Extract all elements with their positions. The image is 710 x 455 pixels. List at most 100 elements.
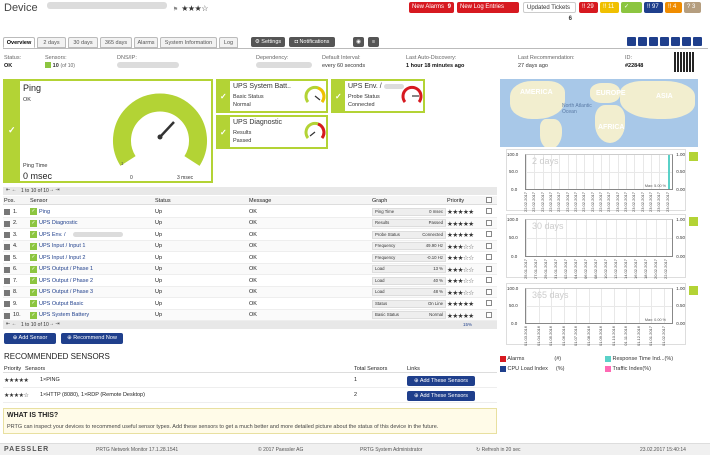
geo-map[interactable]: AMERICA EUROPE ASIA AFRICA North Atlanti…: [500, 79, 698, 147]
priority-stars[interactable]: ★★★☆☆: [447, 277, 474, 285]
drag-handle-icon[interactable]: [4, 243, 10, 250]
priority-stars[interactable]: ★★★★★: [447, 220, 474, 228]
table-row[interactable]: 3. ✓ UPS Env. / Up OK Probe Status Connected ★★…: [3, 229, 497, 241]
table-row[interactable]: 8. ✓ UPS Output / Phase 3 Up OK Load 48 % ★★★☆☆: [3, 286, 497, 298]
col-message[interactable]: Message: [249, 198, 271, 204]
pager-next[interactable]: → ⇥: [49, 321, 60, 327]
view-icon-6[interactable]: [682, 37, 691, 46]
settings-button[interactable]: ⚙ Settings: [251, 37, 285, 47]
drag-handle-icon[interactable]: [4, 312, 10, 319]
drag-handle-icon[interactable]: [4, 255, 10, 261]
tab-log[interactable]: Log: [219, 37, 238, 48]
add-these-sensors-button[interactable]: ⊕ Add These Sensors: [407, 376, 475, 386]
row-checkbox[interactable]: [486, 277, 492, 283]
pin-icon[interactable]: ⚑: [173, 7, 178, 13]
chart-30-days[interactable]: 100.0 50.0 0.0 1.00 0.50 0.00 30 days 25.01.201…: [506, 214, 686, 279]
context-menu-button[interactable]: ≡: [368, 37, 379, 47]
drag-handle-icon[interactable]: [4, 220, 10, 227]
legend-item[interactable]: Alarms (#): [500, 356, 561, 362]
view-icon-1[interactable]: [627, 37, 636, 46]
new-alarms-badge[interactable]: New Alarms 9: [409, 2, 454, 13]
sensor-link[interactable]: UPS Env. /: [39, 232, 66, 238]
ups-diagnostic-card[interactable]: ✓ UPS Diagnostic Results Passed: [216, 115, 328, 149]
priority-stars[interactable]: ★★★★★: [447, 231, 474, 239]
table-row[interactable]: 1. ✓ Ping Up OK Ping Time 0 msec ★★★★★: [3, 206, 497, 218]
tab-alarms[interactable]: Alarms: [134, 37, 158, 48]
view-icon-7[interactable]: [693, 37, 702, 46]
legend-item[interactable]: Traffic Index(%): [605, 366, 651, 372]
table-row[interactable]: 2. ✓ UPS Diagnostic Up OK Results Passed ★★★★★: [3, 217, 497, 229]
drag-handle-icon[interactable]: [4, 266, 10, 273]
col-pos[interactable]: Pos.: [4, 198, 15, 204]
ups-battery-card[interactable]: ✓ UPS System Batt.. Basic Status Normal: [216, 79, 328, 113]
device-priority-stars[interactable]: ★★★☆: [181, 4, 208, 13]
priority-stars[interactable]: ★★★★★: [447, 312, 474, 320]
sensor-link[interactable]: UPS Output / Phase 1: [39, 266, 93, 272]
footer-refresh[interactable]: ↻ Refresh in 20 sec: [476, 447, 521, 453]
table-row[interactable]: 5. ✓ UPS Input / Input 2 Up OK Frequency -0.10…: [3, 252, 497, 264]
chart-zoom-button[interactable]: [689, 217, 698, 226]
row-checkbox[interactable]: [486, 219, 492, 226]
row-checkbox[interactable]: [486, 254, 492, 260]
footer-user[interactable]: PRTG System Administrator: [360, 447, 422, 453]
drag-handle-icon[interactable]: [4, 278, 10, 284]
priority-stars[interactable]: ★★★☆☆: [447, 266, 474, 274]
drag-handle-icon[interactable]: [4, 289, 10, 296]
chart-zoom-button[interactable]: [689, 152, 698, 161]
chart-zoom-button[interactable]: [689, 286, 698, 295]
table-row[interactable]: 4. ✓ UPS Input / Input 1 Up OK Frequency 49.90…: [3, 240, 497, 252]
counter-unknown[interactable]: ? 3: [684, 2, 701, 13]
col-graph[interactable]: Graph: [372, 198, 387, 204]
sensor-link[interactable]: Ping: [39, 209, 50, 215]
recommend-now-button[interactable]: ⊕ Recommend Now: [61, 333, 123, 344]
priority-stars[interactable]: ★★★☆☆: [447, 254, 474, 262]
paessler-logo[interactable]: PAESSLER: [4, 446, 49, 453]
pager-next[interactable]: → ⇥: [49, 187, 60, 193]
tab-overview[interactable]: Overview: [3, 37, 35, 48]
priority-stars[interactable]: ★★★☆☆: [447, 243, 474, 251]
view-icon-4[interactable]: [660, 37, 669, 46]
ping-gauge-card[interactable]: ✓ Ping OK Ping Time 0 msec 1 0 3 msec: [3, 79, 213, 183]
chart-365-days[interactable]: 100.0 50.0 0.0 1.00 0.50 0.00 365 days Max: 0.0…: [506, 283, 686, 346]
counter-paused[interactable]: !! 97: [644, 2, 663, 13]
view-icon-3[interactable]: [649, 37, 658, 46]
row-checkbox[interactable]: [486, 288, 492, 295]
col-priority[interactable]: Priority: [447, 198, 464, 204]
counter-up[interactable]: ✓ 273: [621, 2, 642, 21]
row-checkbox[interactable]: [486, 265, 492, 272]
sensor-link[interactable]: UPS Input / Input 2: [39, 255, 85, 261]
counter-unusual[interactable]: !! 4: [665, 2, 682, 13]
row-checkbox[interactable]: [486, 311, 492, 318]
table-row[interactable]: 7. ✓ UPS Output / Phase 2 Up OK Load 40 % ★★★☆☆: [3, 275, 497, 287]
priority-stars[interactable]: ★★★★★: [447, 300, 474, 308]
drag-handle-icon[interactable]: [4, 232, 10, 238]
table-row[interactable]: 9. ✓ UPS Output Basic Up OK Status On Line ★★★★…: [3, 298, 497, 310]
tab-30-days[interactable]: 30 days: [68, 37, 98, 48]
tab-2-days[interactable]: 2 days: [37, 37, 66, 48]
tab-system-information[interactable]: System Information: [160, 37, 217, 48]
add-sensor-button[interactable]: ⊕ Add Sensor: [4, 333, 56, 344]
sensor-link[interactable]: UPS Output / Phase 3: [39, 289, 93, 295]
sensor-link[interactable]: UPS Input / Input 1: [39, 243, 85, 249]
priority-stars[interactable]: ★★★★★: [447, 208, 474, 216]
updated-tickets-badge[interactable]: Updated Tickets 6: [523, 2, 576, 22]
new-log-entries-badge[interactable]: New Log Entries 6128: [457, 2, 519, 21]
sensor-link[interactable]: UPS System Battery: [39, 312, 89, 318]
pause-button[interactable]: ◉: [353, 37, 364, 47]
counter-down[interactable]: !! 29: [579, 2, 598, 13]
view-icon-2[interactable]: [638, 37, 647, 46]
table-row[interactable]: 10. ✓ UPS System Battery Up OK Basic Status No…: [3, 309, 497, 321]
col-sensor[interactable]: Sensor: [30, 198, 47, 204]
chart-2-days[interactable]: 100.0 50.0 0.0 1.00 0.50 0.00 2 days Max: 5.00 …: [506, 149, 686, 212]
select-all-checkbox[interactable]: [486, 197, 492, 203]
sensor-link[interactable]: UPS Diagnostic: [39, 220, 78, 226]
drag-handle-icon[interactable]: [4, 301, 10, 307]
legend-item[interactable]: Response Time Ind...(%): [605, 356, 673, 362]
row-checkbox[interactable]: [486, 231, 492, 237]
legend-item[interactable]: CPU Load Index (%): [500, 366, 564, 372]
sensor-link[interactable]: UPS Output Basic: [39, 301, 83, 307]
add-these-sensors-button[interactable]: ⊕ Add These Sensors: [407, 391, 475, 401]
row-checkbox[interactable]: [486, 242, 492, 249]
ups-env-card[interactable]: ✓ UPS Env. / Probe Status Connected: [331, 79, 425, 113]
view-icon-5[interactable]: [671, 37, 680, 46]
